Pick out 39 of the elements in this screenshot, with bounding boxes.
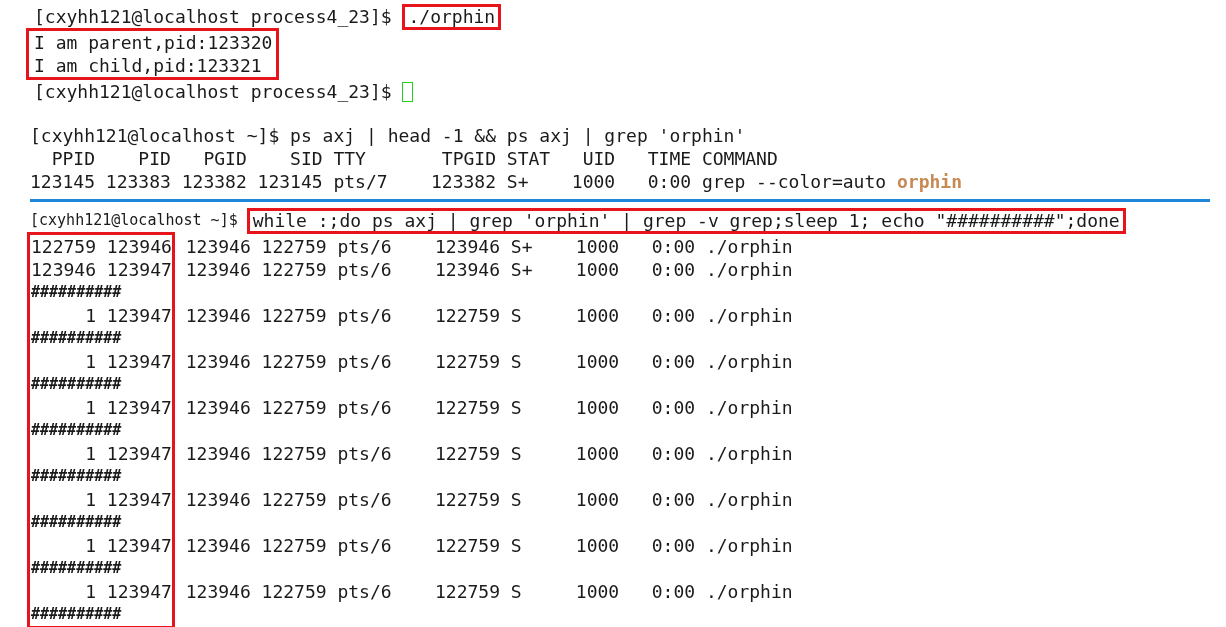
separator-line: ########## [31, 604, 123, 625]
separator-line: ########## [31, 466, 123, 487]
process-row-text: 123946 122759 pts/6 123946 S+ 1000 0:00 ./orphin [184, 258, 793, 281]
pid-columns-text: 1 123947 [84, 534, 172, 557]
cursor-icon [402, 81, 414, 102]
pid-columns-text: 122759 123946 [31, 235, 172, 258]
pid-columns-text: 1 123947 [84, 304, 172, 327]
pid-columns-text: 1 123947 [84, 488, 172, 511]
prompt-text: [cxyhh121@localhost process4_23]$ [34, 80, 393, 103]
separator-line: ########## [31, 328, 123, 349]
process-row-text: 123946 122759 pts/6 122759 S 1000 0:00 ./orphin [184, 580, 793, 603]
separator-line: ########## [31, 420, 123, 441]
process-row-text: 123946 122759 pts/6 122759 S 1000 0:00 ./orphin [184, 350, 793, 373]
process-row-text: 123946 122759 pts/6 122759 S 1000 0:00 ./orphin [184, 396, 793, 419]
separator-line: ########## [31, 374, 123, 395]
grep-match-text: orphin [896, 170, 962, 193]
process-row-text: 123946 122759 pts/6 123946 S+ 1000 0:00 ./orphin [184, 235, 793, 258]
process-row-text: 123946 122759 pts/6 122759 S 1000 0:00 ./orphin [184, 534, 793, 557]
command-text: ./orphin [402, 3, 502, 30]
pid-columns-text: 1 123947 [84, 350, 172, 373]
command-text: ps axj | head -1 && ps axj | grep 'orphin' [290, 124, 746, 147]
pid-columns-text: 1 123947 [84, 396, 172, 419]
output-line: I am child,pid:123321 [34, 54, 263, 77]
process-row-text: 123946 122759 pts/6 122759 S 1000 0:00 ./orphin [184, 304, 793, 327]
pid-columns-text: 1 123947 [84, 580, 172, 603]
prompt-text: [cxyhh121@localhost process4_23]$ [34, 5, 393, 28]
prompt-text: [cxyhh121@localhost ~]$ [30, 124, 281, 147]
output-line: I am parent,pid:123320 [34, 31, 273, 54]
separator-line: ########## [31, 512, 123, 533]
process-row-text: 123946 122759 pts/6 122759 S 1000 0:00 ./orphin [184, 442, 793, 465]
separator-line: ########## [31, 558, 123, 579]
process-row-text: 123145 123383 123382 123145 pts/7 123382 S+ 1000 0:00 grep --color=auto [30, 170, 888, 193]
pid-columns-text: 123946 123947 [31, 258, 172, 281]
separator-line: ########## [31, 282, 123, 303]
pid-columns-text: 1 123947 [84, 442, 172, 465]
process-row-text: 123946 122759 pts/6 122759 S 1000 0:00 ./orphin [184, 488, 793, 511]
prompt-text: [cxyhh121@localhost ~]$ [30, 210, 239, 231]
column-header: PPID PID PGID SID TTY TPGID STAT UID TIME COMMAND [50, 147, 779, 170]
command-text: while :;do ps axj | grep 'orphin' | grep -v grep;sleep 1; echo "##########";done [246, 207, 1126, 234]
